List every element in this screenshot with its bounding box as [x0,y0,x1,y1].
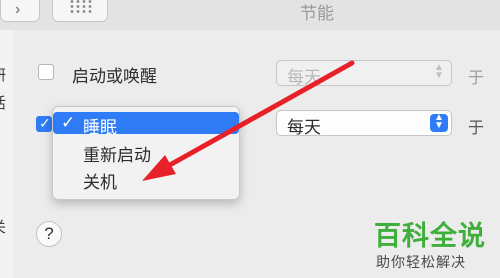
watermark-subtitle: 助你轻松解决 [376,254,466,270]
watermark-title: 百科全说 [374,221,486,251]
arrow-shaft [165,60,355,169]
help-button[interactable]: ? [36,221,62,247]
arrow-head [142,155,176,181]
watermark: 百科全说 助你轻松解决 [366,212,500,278]
